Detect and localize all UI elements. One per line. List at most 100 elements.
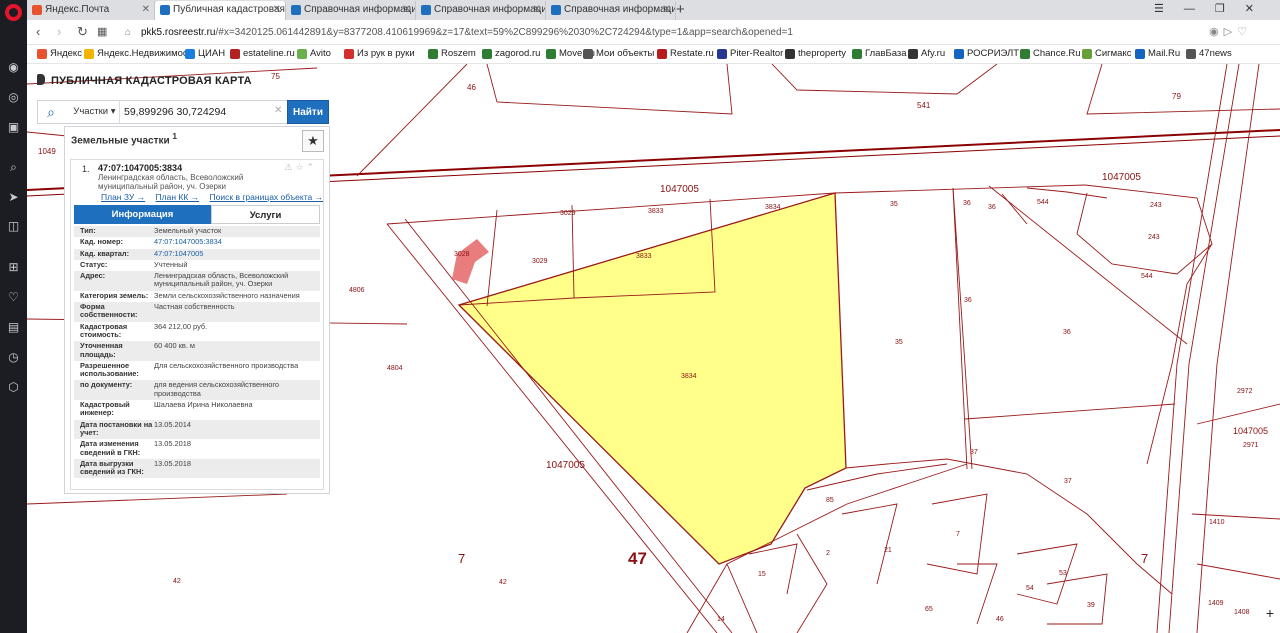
bookmarks-bar: Яндекс Яндекс.Недвижимос ЦИАН estateline.ru… xyxy=(27,45,1280,64)
reload-icon[interactable]: ↻ xyxy=(77,24,88,40)
results-heading-text: Земельные участки xyxy=(71,135,170,147)
bookmark-item[interactable]: 47news xyxy=(1186,48,1232,59)
bookmark-item[interactable]: Яндекс xyxy=(37,48,82,59)
bookmark-favicon-icon xyxy=(785,49,795,59)
opera-logo-icon[interactable] xyxy=(5,4,22,21)
map-label: 39 xyxy=(1087,602,1095,609)
bookmark-item[interactable]: Mail.Ru xyxy=(1135,48,1180,59)
heart-icon[interactable]: ♡ xyxy=(6,290,21,305)
bookmark-favicon-icon xyxy=(1082,49,1092,59)
rosreestr-favicon-icon xyxy=(291,5,301,15)
speed-dial-icon[interactable]: ⊞ xyxy=(6,260,21,275)
messenger-icon[interactable]: ◉ xyxy=(6,60,21,75)
cadastral-map[interactable]: 75 46 541 79 1049 1047005 1047005 3029 3… xyxy=(27,64,1280,633)
bookmark-item[interactable]: Chance.Ru xyxy=(1020,48,1081,59)
property-value: для ведения сельскохозяйственного произв… xyxy=(154,380,280,398)
zoom-in-icon[interactable]: + xyxy=(1266,605,1274,621)
plan-zu-link[interactable]: План ЗУ → xyxy=(101,192,145,202)
map-label: 79 xyxy=(1172,92,1181,101)
property-row: Форма собственности: Частная собственност… xyxy=(74,302,320,322)
map-label: 85 xyxy=(826,497,834,504)
bookmark-item[interactable]: ГлавБаза xyxy=(852,48,907,59)
tab-services[interactable]: Услуги xyxy=(211,205,320,224)
back-icon[interactable]: ‹ xyxy=(36,24,40,39)
bookmark-label: ЦИАН xyxy=(198,48,226,59)
results-heading: Земельные участки 1 xyxy=(71,131,177,146)
result-cad-number[interactable]: 47:07:1047005:3834 xyxy=(98,163,182,173)
extensions-icon[interactable]: ⬡ xyxy=(6,380,21,395)
property-key: по документу: xyxy=(80,380,133,390)
property-row: Тип: Земельный участок xyxy=(74,226,320,238)
bookmark-item[interactable]: Avito xyxy=(297,48,331,59)
result-links: План ЗУ → План КК → Поиск в границах объ… xyxy=(101,192,331,202)
bookmark-item[interactable]: zagorod.ru xyxy=(482,48,540,59)
bookmark-item[interactable]: Сигмакс xyxy=(1082,48,1131,59)
tab-yandex-mail[interactable]: Яндекс.Почта ✕ xyxy=(27,1,155,20)
bookmark-item[interactable]: Мои объекты xyxy=(583,48,654,59)
url-path: /#x=3420125.061442891&y=8377208.41061996… xyxy=(215,27,793,38)
bookmark-item[interactable]: Roszem xyxy=(428,48,476,59)
tabs-grid-icon[interactable]: ▦ xyxy=(97,25,107,38)
result-card[interactable]: 1. 47:07:1047005:3834 Ленинградская обла… xyxy=(70,159,324,490)
address-actions-icon[interactable]: ◉▷♡ xyxy=(1209,25,1252,38)
rosreestr-logo-icon xyxy=(37,74,45,85)
property-row: Дата выгрузки сведений из ГКН: 13.05.2018 xyxy=(74,458,320,479)
bookmark-item[interactable]: theproperty xyxy=(785,48,846,59)
close-tab-icon[interactable]: ✕ xyxy=(533,4,541,15)
whatsapp-icon[interactable]: ◎ xyxy=(6,90,21,105)
tab-information[interactable]: Информация xyxy=(74,205,211,224)
property-value-link[interactable]: 47:07:1047005 xyxy=(154,249,314,258)
bookmark-label: Restate.ru xyxy=(670,48,714,59)
clear-search-icon[interactable]: ✕ xyxy=(274,105,282,116)
property-value-link[interactable]: 47:07:1047005:3834 xyxy=(154,237,314,246)
bookmark-item[interactable]: Яндекс.Недвижимос xyxy=(84,48,188,59)
tab-cadastral-map[interactable]: Публичная кадастровая к ✕ xyxy=(155,1,286,20)
map-label: 3029 xyxy=(532,258,548,265)
plan-kk-link[interactable]: План КК → xyxy=(156,192,200,202)
search-icon[interactable]: ⌕ xyxy=(6,160,21,175)
tab-reference-3[interactable]: Справочная информация ✕ xyxy=(546,1,676,20)
bookmark-item[interactable]: ЦИАН xyxy=(185,48,225,59)
history-icon[interactable]: ◷ xyxy=(6,350,21,365)
close-tab-icon[interactable]: ✕ xyxy=(273,4,281,15)
close-tab-icon[interactable]: ✕ xyxy=(663,4,671,15)
results-count: 1 xyxy=(172,131,178,141)
favorite-star-icon[interactable]: ★ xyxy=(302,130,324,152)
camera-icon[interactable]: ◫ xyxy=(6,219,21,234)
search-in-bounds-link[interactable]: Поиск в границах объекта → xyxy=(210,192,324,202)
search-type-select[interactable]: Участки ▾ xyxy=(68,101,120,123)
url-field[interactable]: ⌂ pkk5.rosreestr.ru/#x=3420125.061442891… xyxy=(119,23,1259,42)
yandex-mail-favicon-icon xyxy=(32,5,42,15)
send-icon[interactable]: ➤ xyxy=(6,190,21,205)
results-panel: Земельные участки 1 ★ 1. 47:07:1047005:3… xyxy=(64,126,330,494)
bookmark-item[interactable]: Piter-Realtor xyxy=(717,48,783,59)
vk-icon[interactable]: ▣ xyxy=(6,120,21,135)
bookmark-item[interactable]: Afy.ru xyxy=(908,48,945,59)
bookmark-item[interactable]: Из рук в руки xyxy=(344,48,415,59)
bookmark-item[interactable]: Restate.ru xyxy=(657,48,714,59)
news-icon[interactable]: ▤ xyxy=(6,320,21,335)
bookmark-item[interactable]: РОСРИЭЛТ xyxy=(954,48,1019,59)
bookmark-label: Afy.ru xyxy=(921,48,946,59)
forward-icon[interactable]: › xyxy=(57,24,61,39)
new-tab-plus-icon[interactable]: + xyxy=(676,1,685,18)
tab-label: Справочная информация xyxy=(564,4,676,15)
window-controls[interactable]: ☰—❐✕ xyxy=(1154,2,1274,15)
close-tab-icon[interactable]: ✕ xyxy=(403,4,411,15)
search-input[interactable] xyxy=(124,101,274,123)
map-label: 7 xyxy=(1141,551,1148,566)
find-button[interactable]: Найти xyxy=(287,100,329,124)
map-label: 2972 xyxy=(1237,388,1253,395)
bookmark-item[interactable]: estateline.ru xyxy=(230,48,295,59)
map-label: 1410 xyxy=(1209,519,1225,526)
selected-parcel[interactable] xyxy=(457,192,847,565)
map-label: 4804 xyxy=(387,365,403,372)
result-address: Ленинградская область, Всеволожский муни… xyxy=(98,173,244,191)
map-label: 4806 xyxy=(349,287,365,294)
property-row: Кад. квартал: 47:07:1047005 xyxy=(74,248,320,260)
tab-reference-2[interactable]: Справочная информация ✕ xyxy=(416,1,546,20)
search-icon[interactable]: ⌕ xyxy=(38,101,64,123)
tab-reference-1[interactable]: Справочная информация ✕ xyxy=(286,1,416,20)
result-actions-icon[interactable]: ⚠☆⌃ xyxy=(284,162,317,173)
close-tab-icon[interactable]: ✕ xyxy=(142,4,150,15)
